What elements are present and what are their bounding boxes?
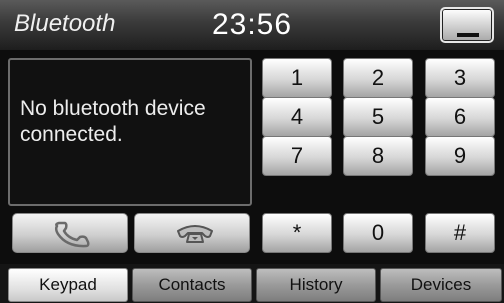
minimize-button[interactable] xyxy=(440,7,494,43)
phone-answer-icon xyxy=(54,221,90,248)
status-display: No bluetooth device connected. xyxy=(8,58,252,206)
keypad-key-1[interactable]: 1 xyxy=(262,58,332,98)
keypad-key-hash[interactable]: # xyxy=(425,213,495,253)
keypad-key-9[interactable]: 9 xyxy=(425,136,495,176)
phone-hangup-icon xyxy=(177,225,213,243)
tab-bar: Keypad Contacts History Devices xyxy=(0,264,504,303)
keypad-key-4[interactable]: 4 xyxy=(262,97,332,137)
keypad-key-7[interactable]: 7 xyxy=(262,136,332,176)
tab-devices[interactable]: Devices xyxy=(380,268,502,302)
keypad-key-2[interactable]: 2 xyxy=(343,58,413,98)
clock: 23:56 xyxy=(211,8,293,41)
tab-contacts[interactable]: Contacts xyxy=(132,268,252,302)
end-call-button[interactable] xyxy=(134,213,250,253)
keypad-key-star[interactable]: * xyxy=(262,213,332,253)
status-message: No bluetooth device connected. xyxy=(20,97,206,146)
tab-keypad[interactable]: Keypad xyxy=(8,268,128,302)
keypad-key-6[interactable]: 6 xyxy=(425,97,495,137)
keypad-key-8[interactable]: 8 xyxy=(343,136,413,176)
minimize-icon xyxy=(457,33,479,37)
answer-call-button[interactable] xyxy=(12,213,128,253)
keypad-key-0[interactable]: 0 xyxy=(343,213,413,253)
title-bar: Bluetooth 23:56 xyxy=(0,0,504,50)
tab-history[interactable]: History xyxy=(256,268,376,302)
keypad-key-3[interactable]: 3 xyxy=(425,58,495,98)
keypad-key-5[interactable]: 5 xyxy=(343,97,413,137)
